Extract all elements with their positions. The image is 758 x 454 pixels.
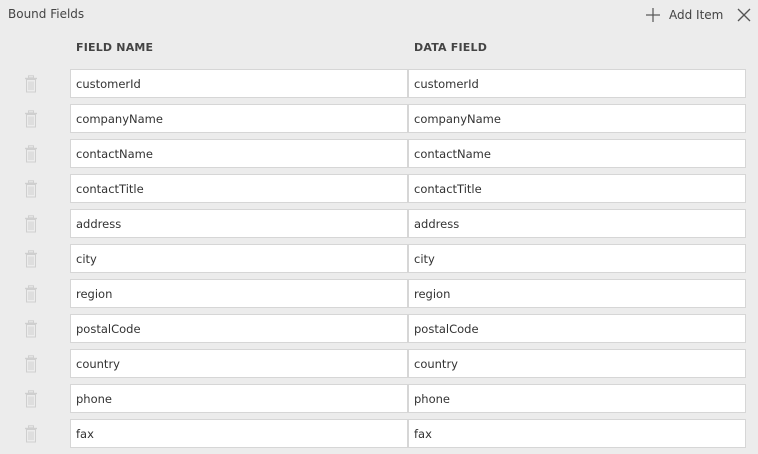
trash-icon[interactable] — [24, 110, 38, 128]
bound-field-row — [0, 69, 758, 104]
data-field-input[interactable] — [408, 349, 746, 378]
data-field-input[interactable] — [408, 69, 746, 98]
trash-icon[interactable] — [24, 180, 38, 198]
field-name-input[interactable] — [70, 244, 408, 273]
close-icon[interactable] — [736, 7, 752, 23]
trash-icon[interactable] — [24, 145, 38, 163]
bound-field-row — [0, 139, 758, 174]
trash-icon[interactable] — [24, 390, 38, 408]
trash-icon[interactable] — [24, 320, 38, 338]
trash-icon[interactable] — [24, 285, 38, 303]
field-name-input[interactable] — [70, 279, 408, 308]
bound-field-row — [0, 314, 758, 349]
field-name-input[interactable] — [70, 174, 408, 203]
bound-field-row — [0, 244, 758, 279]
add-item-button[interactable]: Add Item — [645, 6, 723, 24]
trash-icon[interactable] — [24, 75, 38, 93]
add-item-label: Add Item — [669, 8, 724, 22]
data-field-input[interactable] — [408, 104, 746, 133]
column-header-data-field: DATA FIELD — [414, 41, 488, 54]
bound-field-row — [0, 279, 758, 314]
field-name-input[interactable] — [70, 384, 408, 413]
data-field-input[interactable] — [408, 174, 746, 203]
column-header-field-name: FIELD NAME — [76, 41, 154, 54]
bound-fields-list — [0, 69, 758, 454]
data-field-input[interactable] — [408, 314, 746, 343]
data-field-input[interactable] — [408, 209, 746, 238]
field-name-input[interactable] — [70, 419, 408, 448]
bound-field-row — [0, 384, 758, 419]
bound-field-row — [0, 174, 758, 209]
bound-field-row — [0, 104, 758, 139]
data-field-input[interactable] — [408, 384, 746, 413]
trash-icon[interactable] — [24, 425, 38, 443]
data-field-input[interactable] — [408, 419, 746, 448]
field-name-input[interactable] — [70, 104, 408, 133]
trash-icon[interactable] — [24, 215, 38, 233]
panel-title: Bound Fields — [8, 7, 85, 21]
plus-icon — [646, 8, 660, 22]
bound-field-row — [0, 209, 758, 244]
bound-field-row — [0, 349, 758, 384]
field-name-input[interactable] — [70, 69, 408, 98]
field-name-input[interactable] — [70, 349, 408, 378]
bound-field-row — [0, 419, 758, 454]
field-name-input[interactable] — [70, 209, 408, 238]
field-name-input[interactable] — [70, 139, 408, 168]
field-name-input[interactable] — [70, 314, 408, 343]
data-field-input[interactable] — [408, 244, 746, 273]
trash-icon[interactable] — [24, 250, 38, 268]
data-field-input[interactable] — [408, 139, 746, 168]
bound-fields-panel: Bound Fields Add Item FIELD NAME DATA FI… — [0, 0, 758, 454]
data-field-input[interactable] — [408, 279, 746, 308]
trash-icon[interactable] — [24, 355, 38, 373]
